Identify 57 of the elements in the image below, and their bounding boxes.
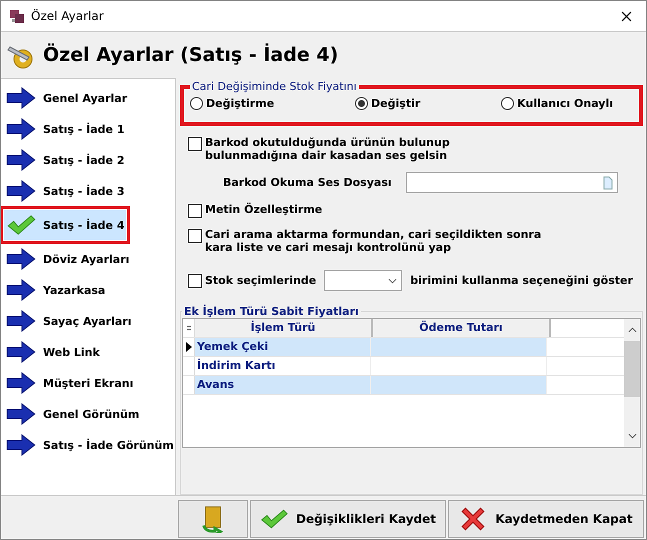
sidebar-item[interactable]: Satış - İade 3 [4,176,126,206]
sidebar-item[interactable]: Sayaç Ayarları [4,306,134,336]
sidebar-item[interactable]: Web Link [4,337,122,367]
option-label: birimini kullanma seçeneğini göster [410,274,633,287]
table-cell: İndirim Kartı [195,357,371,375]
exit-button[interactable] [178,500,248,538]
column-header[interactable]: Ödeme Tutarı [373,319,551,337]
group-title: Ek İşlem Türü Sabit Fiyatları [183,305,360,318]
arrow-icon [6,341,36,363]
arrow-icon [6,248,36,270]
close-icon[interactable] [621,10,632,22]
checkbox-option[interactable]: Cari arama aktarma formundan, cari seçildikten sonra kara liste ve cari mesajı kontrolünü yap [188,228,637,254]
scroll-down-icon[interactable] [628,433,636,439]
file-field[interactable] [406,172,618,193]
table-cell: Avans [195,376,371,394]
scroll-up-icon[interactable] [628,327,636,333]
page-title: Özel Ayarlar (Satış - İade 4) [43,44,338,66]
group-title: Cari Değişiminde Stok Fiyatını [191,80,358,93]
arrow-icon [6,118,36,140]
radio-option[interactable]: Değiştirme [190,97,274,110]
save-button[interactable]: Değişiklikleri Kaydet [250,500,446,538]
app-icon [9,8,25,24]
arrow-icon [6,434,36,456]
sidebar-item[interactable]: Döviz Ayarları [4,244,132,274]
table-cell: Yemek Çeki [195,338,371,356]
sidebar-item[interactable]: Genel Ayarlar [4,83,130,113]
radio-option[interactable]: Kullanıcı Onaylı [501,97,613,110]
arrow-icon [6,310,36,332]
sidebar-item[interactable]: Satış - İade Görünüm [4,430,176,460]
checkbox-option[interactable]: Stok seçimlerinde [188,273,316,288]
arrow-icon [6,372,36,394]
grid-corner-icon [186,325,190,331]
sidebar-item[interactable]: Satış - İade 1 [4,114,126,144]
close-icon [459,505,488,533]
scrollbar[interactable] [624,319,640,447]
sidebar-item[interactable]: Satış - İade 4 [4,210,126,240]
unit-dropdown[interactable] [324,270,402,291]
checkbox-option[interactable]: Metin Özelleştirme [188,203,637,218]
sidebar-item[interactable]: Genel Görünüm [4,399,142,429]
arrow-icon [6,180,36,202]
sidebar-item[interactable]: Müşteri Ekranı [4,368,136,398]
document-icon [602,176,613,190]
field-label: Barkod Okuma Ses Dosyası [223,176,392,189]
arrow-icon [6,403,36,425]
window-title: Özel Ayarlar [31,9,105,23]
cancel-button[interactable]: Kaydetmeden Kapat [448,500,644,538]
arrow-icon [6,149,36,171]
arrow-icon [6,279,36,301]
radio-option[interactable]: Değiştir [355,97,420,110]
checkbox-option[interactable]: Barkod okutulduğunda ürünün bulunup bulunmadığına dair kasadan ses gelsin [188,136,637,162]
chevron-down-icon [388,278,398,284]
check-icon [6,214,36,236]
arrow-icon [6,87,36,109]
row-pointer-icon [186,342,192,352]
column-header[interactable]: İşlem Türü [195,319,373,337]
sidebar-item[interactable]: Yazarkasa [4,275,122,305]
sidebar-item[interactable]: Satış - İade 2 [4,145,126,175]
